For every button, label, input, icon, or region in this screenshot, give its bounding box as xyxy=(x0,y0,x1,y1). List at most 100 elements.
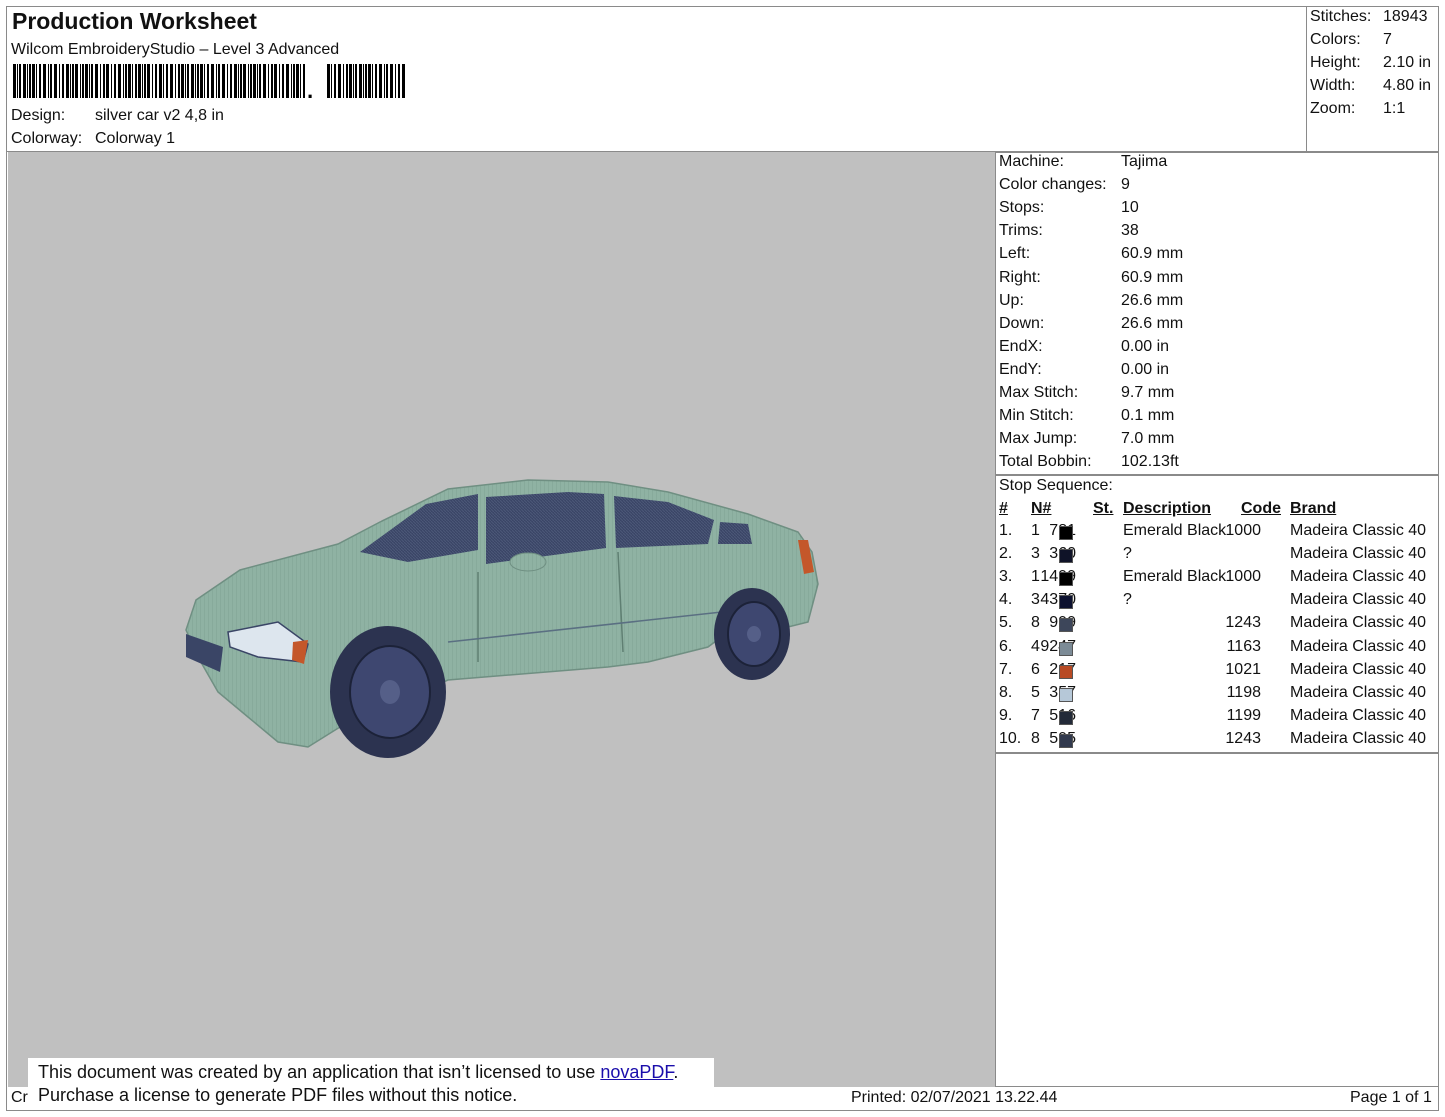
machine-info-label: Up: xyxy=(999,291,1024,309)
stop-sequence-title: Stop Sequence: xyxy=(999,477,1113,494)
row-description: ? xyxy=(1123,591,1132,609)
row-index: 6. xyxy=(999,637,1013,655)
page-title: Production Worksheet xyxy=(12,8,257,34)
row-index: 7. xyxy=(999,660,1013,678)
row-brand: Madeira Classic 40 xyxy=(1290,522,1427,539)
created-prefix: Cr xyxy=(11,1089,28,1106)
machine-info-label: Right: xyxy=(999,268,1041,286)
summary-label: Stitches: xyxy=(1310,8,1372,25)
row-brand: Madeira Classic 40 xyxy=(1290,614,1427,632)
machine-info-label: Min Stitch: xyxy=(999,407,1074,425)
row-index: 10. xyxy=(999,729,1022,747)
machine-info-row: Trims: 38 xyxy=(999,222,1139,240)
row-needle: 4 xyxy=(1031,637,1040,655)
thread-color-swatch xyxy=(1059,572,1073,587)
thread-color-swatch xyxy=(1059,549,1073,564)
row-needle: 8 xyxy=(1031,729,1040,747)
notice-line-2: Purchase a license to generate PDF files… xyxy=(38,1085,518,1105)
row-needle: 6 xyxy=(1031,660,1040,678)
summary-label: Width: xyxy=(1310,77,1356,94)
machine-info-label: Color changes: xyxy=(999,176,1107,194)
table-row: 5.89991243Madeira Classic 40 xyxy=(996,614,1438,637)
machine-info-row: Max Jump: 7.0 mm xyxy=(999,430,1174,448)
colorway-label: Colorway: xyxy=(11,130,83,147)
machine-info-value: 9 xyxy=(1121,176,1130,194)
machine-info-label: EndY: xyxy=(999,360,1042,378)
machine-info-row: Up: 26.6 mm xyxy=(999,292,1183,310)
table-row: 4.34370?Madeira Classic 40 xyxy=(996,591,1438,614)
row-code: 1243 xyxy=(1225,729,1261,747)
summary-value: 4.80 in xyxy=(1383,77,1432,94)
row-code: 1243 xyxy=(1225,614,1261,632)
design-row: Design: silver car v2 4,8 in xyxy=(11,107,224,125)
row-needle: 7 xyxy=(1031,706,1040,724)
colorway-name: Colorway 1 xyxy=(95,130,176,147)
printed-date: Printed: 02/07/2021 13.22.44 xyxy=(851,1089,1058,1106)
col-header-needle: N# xyxy=(1031,500,1052,517)
row-index: 5. xyxy=(999,614,1013,632)
summary-value: 2.10 in xyxy=(1383,54,1432,71)
barcode-image: , xyxy=(13,64,405,98)
design-preview xyxy=(8,152,995,1087)
summary-row: Width: 4.80 in xyxy=(1310,77,1431,95)
blank-panel xyxy=(995,753,1439,1087)
machine-info-row: Right: 60.9 mm xyxy=(999,269,1183,287)
machine-info-row: Total Bobbin: 102.13ft xyxy=(999,453,1179,471)
col-header-description: Description xyxy=(1123,500,1212,517)
row-index: 3. xyxy=(999,568,1013,586)
notice-period: . xyxy=(673,1062,679,1082)
machine-info-value: 0.00 in xyxy=(1121,337,1170,355)
machine-info-label: Down: xyxy=(999,314,1045,332)
row-brand: Madeira Classic 40 xyxy=(1290,683,1427,701)
machine-info-value: 26.6 mm xyxy=(1121,314,1184,332)
machine-info-row: EndX: 0.00 in xyxy=(999,338,1169,356)
table-row: 2.3360?Madeira Classic 40 xyxy=(996,545,1438,568)
summary-value: 7 xyxy=(1383,31,1392,48)
summary-label: Zoom: xyxy=(1310,100,1356,117)
table-row: 8.53571198Madeira Classic 40 xyxy=(996,684,1438,707)
machine-info-row: Min Stitch: 0.1 mm xyxy=(999,407,1174,425)
row-needle: 3 xyxy=(1031,591,1040,609)
machine-info-value: 7.0 mm xyxy=(1121,430,1175,448)
machine-info-value: 26.6 mm xyxy=(1121,291,1184,309)
row-brand: Madeira Classic 40 xyxy=(1290,729,1427,747)
row-description: Emerald Black xyxy=(1123,522,1227,539)
row-index: 8. xyxy=(999,683,1013,701)
summary-row: Height: 2.10 in xyxy=(1310,54,1431,72)
thread-color-swatch xyxy=(1059,641,1073,656)
software-name: Wilcom EmbroideryStudio – Level 3 Advanc… xyxy=(11,41,340,58)
machine-info-row: Left: 60.9 mm xyxy=(999,245,1183,263)
design-name: silver car v2 4,8 in xyxy=(95,107,224,124)
machine-info-row: Down: 26.6 mm xyxy=(999,315,1183,333)
machine-info-value: 102.13ft xyxy=(1121,453,1179,471)
summary-row: Zoom: 1:1 xyxy=(1310,100,1405,118)
license-notice: This document was created by an applicat… xyxy=(28,1058,714,1110)
machine-info-row: Max Stitch: 9.7 mm xyxy=(999,384,1174,402)
thread-color-swatch xyxy=(1059,526,1073,540)
row-description: ? xyxy=(1123,545,1132,563)
machine-info-label: Machine: xyxy=(999,153,1064,170)
machine-info-row: Machine: Tajima xyxy=(999,153,1167,171)
row-needle: 3 xyxy=(1031,545,1040,563)
thread-color-swatch xyxy=(1059,618,1073,633)
row-code: 1199 xyxy=(1226,706,1261,724)
row-brand: Madeira Classic 40 xyxy=(1290,568,1427,586)
summary-row: Colors: 7 xyxy=(1310,31,1392,49)
row-index: 1. xyxy=(999,522,1013,539)
novapdf-link[interactable]: novaPDF xyxy=(600,1062,673,1082)
row-index: 2. xyxy=(999,545,1013,563)
table-row: 3.11499Emerald Black1000Madeira Classic … xyxy=(996,568,1438,591)
machine-info-value: 38 xyxy=(1121,222,1139,240)
page-number: Page 1 of 1 xyxy=(1350,1089,1432,1106)
thread-color-swatch xyxy=(1059,595,1073,610)
machine-info-row: Color changes: 9 xyxy=(999,176,1130,194)
machine-info-value: 60.9 mm xyxy=(1121,268,1184,286)
table-row: 7.62171021Madeira Classic 40 xyxy=(996,661,1438,684)
design-label: Design: xyxy=(11,107,66,124)
row-code: 1021 xyxy=(1225,660,1261,678)
row-brand: Madeira Classic 40 xyxy=(1290,545,1427,563)
notice-line-1: This document was created by an applicat… xyxy=(38,1061,714,1084)
car-embroidery-image xyxy=(185,479,819,758)
machine-info-label: Left: xyxy=(999,245,1031,263)
machine-info-label: Total Bobbin: xyxy=(999,453,1092,471)
